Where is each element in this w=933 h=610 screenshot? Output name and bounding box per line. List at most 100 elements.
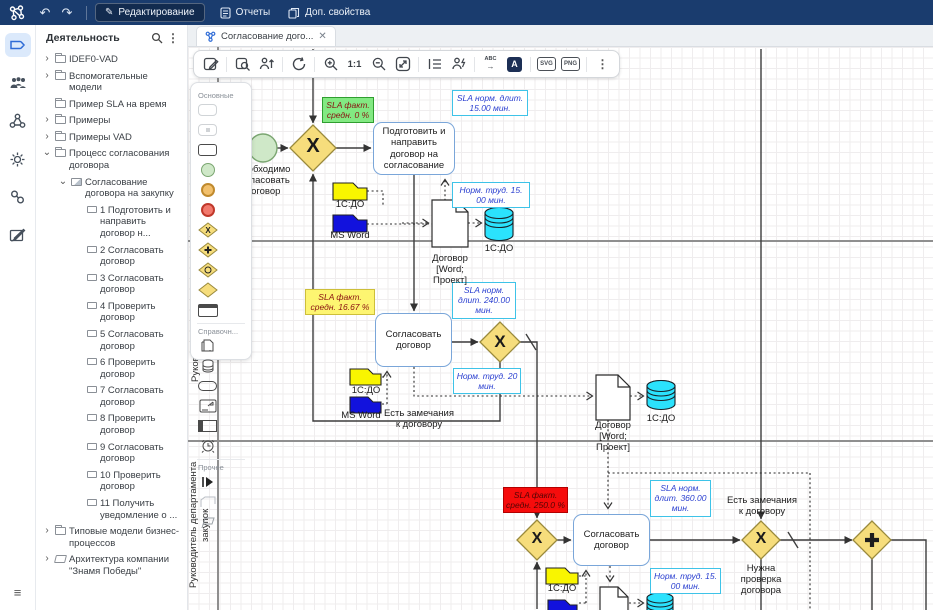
export-png-button[interactable]: PNG <box>560 54 581 74</box>
tree-item[interactable]: ⌄ Согласование договора на закупку <box>36 172 187 200</box>
palette-shape-task[interactable] <box>197 142 218 158</box>
task-approve-contract-2[interactable]: Согласовать договор <box>573 514 650 566</box>
tree-chevron-icon[interactable]: ⌄ <box>58 177 68 187</box>
tree-item[interactable]: › Вспомогательные модели <box>36 66 187 94</box>
text-style-button[interactable]: A <box>504 54 525 74</box>
palette-shape-gateway-x[interactable]: X <box>197 222 218 238</box>
palette-shape-documents[interactable] <box>197 338 218 354</box>
zoom-in-icon[interactable] <box>320 54 341 74</box>
palette-shape-gateway-parallel[interactable] <box>197 242 218 258</box>
norm-trud-15b-label[interactable]: Норм. труд. 15. 00 мин. <box>650 568 721 594</box>
palette-shape-subprocess[interactable] <box>197 302 218 318</box>
tree-item[interactable]: › Примеры <box>36 110 187 127</box>
toolbar-more-icon[interactable]: ⋮ <box>592 54 613 74</box>
spellcheck-icon[interactable]: ABC → <box>480 54 501 74</box>
tree-node-icon <box>55 133 66 141</box>
rail-item-settings[interactable] <box>5 147 31 171</box>
tree-item[interactable]: 4 Проверить договор <box>36 296 187 324</box>
gateway-x-3[interactable] <box>517 520 557 560</box>
palette-shape-rect-square[interactable] <box>197 122 218 138</box>
tree-item[interactable]: › Архитектура компании "Знамя Победы" <box>36 549 187 577</box>
palette-shape-light-rect[interactable] <box>197 102 218 118</box>
palette-shape-start-event[interactable] <box>197 162 218 178</box>
task-approve-contract-1[interactable]: Согласовать договор <box>375 313 452 367</box>
tree-item[interactable]: Пример SLA на время <box>36 94 187 111</box>
person-up-icon[interactable] <box>256 54 277 74</box>
tree-item[interactable]: 1 Подготовить и направить договор н... <box>36 200 187 240</box>
palette-shape-gateway-event[interactable] <box>197 262 218 278</box>
palette-shape-frame-ghost[interactable] <box>197 494 218 510</box>
tree-chevron-icon[interactable]: › <box>42 54 52 64</box>
tab-diagram[interactable]: Согласование дого... ✕ <box>196 26 336 46</box>
edit-mode-button[interactable]: ✎ Редактирование <box>95 3 205 22</box>
palette-shape-flag-ghost[interactable] <box>197 514 218 530</box>
tree-chevron-icon[interactable]: › <box>42 132 52 142</box>
rail-item-processes[interactable] <box>5 33 31 57</box>
tree-chevron-icon[interactable]: ⌄ <box>42 148 52 158</box>
start-event[interactable] <box>249 134 277 162</box>
edit-diagram-icon[interactable] <box>200 54 221 74</box>
redo-icon[interactable]: ↷ <box>56 4 78 22</box>
rail-item-objects[interactable] <box>5 185 31 209</box>
palette-shape-band-rect[interactable] <box>197 418 218 434</box>
search-icon[interactable] <box>149 32 165 44</box>
gateway-x-4[interactable] <box>742 521 780 559</box>
norm-trud-15-label[interactable]: Норм. труд. 15. 00 мин. <box>452 182 530 208</box>
extra-properties-button[interactable]: Доп. свойства <box>279 4 379 22</box>
sla-fact-0-label[interactable]: SLA факт. средн. 0 % <box>322 97 374 123</box>
tree-node-icon <box>55 100 66 108</box>
tree-item[interactable]: 5 Согласовать договор <box>36 324 187 352</box>
undo-icon[interactable]: ↶ <box>34 4 56 22</box>
palette-shape-database[interactable] <box>197 358 218 374</box>
tree-item[interactable]: 9 Согласовать договор <box>36 437 187 465</box>
palette-shape-pill[interactable] <box>197 378 218 394</box>
navigator-menu-icon[interactable]: ⋮ <box>165 31 181 45</box>
zoom-out-icon[interactable] <box>368 54 389 74</box>
export-svg-button[interactable]: SVG <box>536 54 557 74</box>
tree-chevron-icon[interactable]: › <box>42 71 52 81</box>
gateway-x-2[interactable] <box>480 322 520 362</box>
tree-item[interactable]: 3 Согласовать договор <box>36 268 187 296</box>
palette-shape-screen[interactable] <box>197 398 218 414</box>
tree-item[interactable]: 11 Получить уведомление о ... <box>36 493 187 521</box>
palette-shape-end-event[interactable] <box>197 202 218 218</box>
tree-chevron-icon[interactable]: › <box>42 526 52 536</box>
reports-button[interactable]: Отчеты <box>211 4 280 22</box>
tree-node-icon <box>87 414 97 421</box>
app-logo-icon[interactable] <box>0 4 34 22</box>
tree-item[interactable]: › Примеры VAD <box>36 127 187 144</box>
palette-shape-intermediate-event[interactable] <box>197 182 218 198</box>
tree-item[interactable]: ⌄ Процесс согласования договора <box>36 143 187 171</box>
tree-item[interactable]: › Типовые модели бизнес-процессов <box>36 521 187 549</box>
norm-trud-20-label[interactable]: Норм. труд. 20 мин. <box>453 368 521 394</box>
sla-fact-250-label[interactable]: SLA факт. средн. 250.0 % <box>503 487 568 513</box>
preview-search-icon[interactable] <box>232 54 253 74</box>
tree-chevron-icon[interactable]: › <box>42 554 52 564</box>
sla-norm-15-label[interactable]: SLA норм. длит. 15.00 мин. <box>452 90 528 116</box>
palette-shape-connector[interactable] <box>197 474 218 490</box>
outline-list-icon[interactable] <box>424 54 445 74</box>
tree-chevron-icon[interactable]: › <box>42 115 52 125</box>
tab-close-icon[interactable]: ✕ <box>318 31 326 42</box>
fit-screen-icon[interactable] <box>392 54 413 74</box>
tree-item[interactable]: 2 Согласовать договор <box>36 240 187 268</box>
rail-item-structure[interactable] <box>5 109 31 133</box>
sla-fact-16-label[interactable]: SLA факт. средн. 16.67 % <box>305 289 375 315</box>
palette-shape-gateway-plain[interactable] <box>197 282 218 298</box>
diagram-canvas[interactable]: Руководитель Руководитель департамента з… <box>188 47 933 610</box>
tree-item[interactable]: › IDEF0-VAD <box>36 49 187 66</box>
rail-menu-icon[interactable]: ≡ <box>14 585 22 600</box>
task-prepare-contract[interactable]: Подготовить и направить договор на согла… <box>373 122 455 175</box>
tree-item[interactable]: 6 Проверить договор <box>36 352 187 380</box>
tree-item[interactable]: 8 Проверить договор <box>36 408 187 436</box>
tree-item[interactable]: 10 Проверить договор <box>36 465 187 493</box>
person-flash-icon[interactable] <box>448 54 469 74</box>
zoom-ratio-label[interactable]: 1:1 <box>344 54 365 74</box>
tree-item[interactable]: 7 Согласовать договор <box>36 380 187 408</box>
sla-norm-240-label[interactable]: SLA норм. длит. 240.00 мин. <box>452 282 516 319</box>
palette-shape-timer[interactable] <box>197 438 218 454</box>
sla-norm-360-label[interactable]: SLA норм. длит. 360.00 мин. <box>650 480 711 517</box>
rail-item-org-staff[interactable] <box>5 71 31 95</box>
rail-item-reports[interactable] <box>5 223 31 247</box>
refresh-icon[interactable] <box>288 54 309 74</box>
